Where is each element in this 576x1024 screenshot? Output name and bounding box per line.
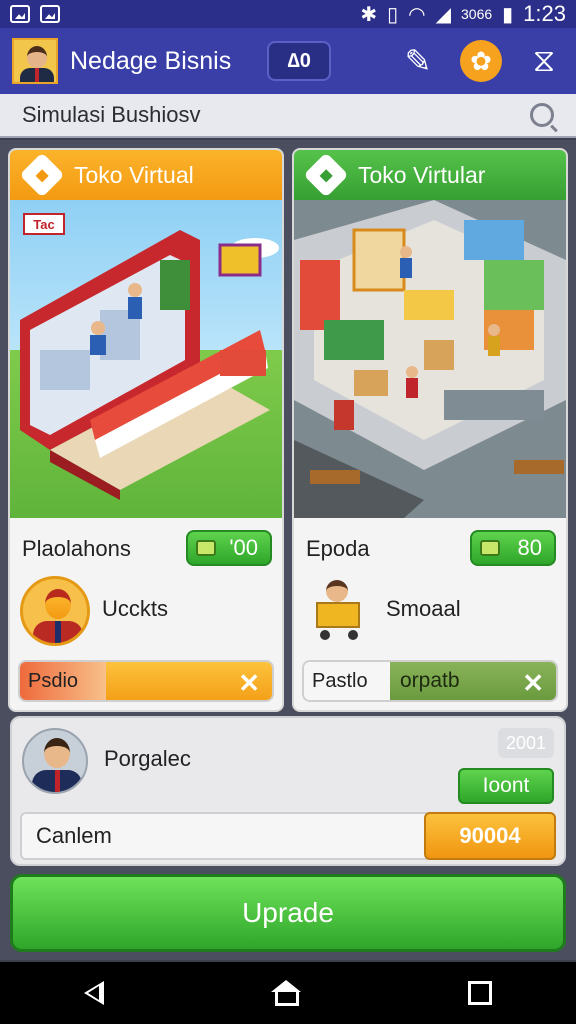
tools-icon[interactable]: ✎ xyxy=(398,41,438,81)
price-button[interactable]: '00 xyxy=(186,530,272,566)
signal-icon: ◢ xyxy=(435,3,451,26)
cost-value-button[interactable]: 90004 xyxy=(424,812,556,860)
card-info: Plaolahons '00 Ucckts Psdio ✕ xyxy=(10,518,282,710)
shop-illustration: Tac xyxy=(10,200,282,518)
price-value: '00 xyxy=(229,535,258,560)
action-value: orpatb xyxy=(400,669,460,692)
manager-avatar xyxy=(22,728,88,794)
business-name: Epoda xyxy=(306,536,370,561)
section-header: Simulasi Bushiosv xyxy=(0,94,576,138)
delivery-cart-icon xyxy=(310,580,370,640)
card-info: Epoda 80 Smoaal Pastlo orpatb ✕ xyxy=(294,518,566,710)
shop-sign: Tac xyxy=(33,217,54,232)
business-name: Plaolahons xyxy=(22,536,131,561)
manager-avatar xyxy=(20,576,90,646)
hourglass-icon[interactable]: ⧖ xyxy=(524,41,564,81)
cash-icon xyxy=(196,540,216,556)
manager-name: Porgalec xyxy=(104,746,191,771)
action-label: Psdio xyxy=(20,662,106,700)
section-title: Simulasi Bushiosv xyxy=(22,102,201,127)
card-title: Toko Virtular xyxy=(358,161,486,188)
upgrade-button[interactable]: Uprade xyxy=(10,874,566,952)
progress-bar: orpatb ✕ xyxy=(390,662,556,700)
action-label: Pastlo xyxy=(304,662,390,700)
coin-counter[interactable]: ∆0 xyxy=(267,41,332,81)
action-row[interactable]: Pastlo orpatb ✕ xyxy=(302,660,558,702)
status-bar: ✱ ▯ ◠ ◢ 3066 ▮ 1:23 xyxy=(0,0,576,28)
close-icon[interactable]: ✕ xyxy=(522,668,544,699)
version-badge: 2001 xyxy=(498,728,554,758)
tag-icon: ◆ xyxy=(19,152,65,198)
cost-row: Canlem 90004 xyxy=(20,812,556,860)
card-title: Toko Virtual xyxy=(74,161,194,188)
price-value: 80 xyxy=(517,535,542,560)
back-icon[interactable] xyxy=(83,981,104,1005)
profile-avatar[interactable] xyxy=(12,38,58,84)
mute-icon: ✱ xyxy=(360,3,378,26)
price-button[interactable]: 80 xyxy=(470,530,556,566)
home-icon[interactable] xyxy=(270,980,301,1006)
tag-icon: ◆ xyxy=(303,152,349,198)
search-icon[interactable] xyxy=(530,103,554,127)
hire-button[interactable]: Ioont xyxy=(458,768,554,804)
wifi-icon: ◠ xyxy=(408,3,426,26)
app-bar: Nedage Bisnis ∆0 ✎ ✿ ⧖ xyxy=(0,28,576,94)
mall-illustration xyxy=(294,200,566,518)
gallery-icon xyxy=(10,5,30,23)
settings-gear-icon[interactable]: ✿ xyxy=(460,40,502,82)
card-header: ◆ Toko Virtual xyxy=(10,150,282,200)
image-icon xyxy=(40,5,60,23)
business-card-virtual-store[interactable]: ◆ Toko Virtual Tac Plaolahons '00 Ucckts… xyxy=(8,148,284,712)
progress-bar: ✕ xyxy=(106,662,272,700)
business-card-mall[interactable]: ◆ Toko Virtular Epoda 80 Smoaal Pastlo o… xyxy=(292,148,568,712)
battery-icon: ▮ xyxy=(502,3,514,26)
app-title: Nedage Bisnis xyxy=(70,46,232,75)
cost-label: Canlem xyxy=(36,823,112,848)
manager-role: Ucckts xyxy=(102,596,168,621)
recent-apps-icon[interactable] xyxy=(468,981,493,1005)
system-nav-bar xyxy=(0,962,576,1024)
action-row[interactable]: Psdio ✕ xyxy=(18,660,274,702)
card-header: ◆ Toko Virtular xyxy=(294,150,566,200)
manager-panel: Porgalec 2001 Ioont Canlem 90004 xyxy=(10,716,566,866)
close-icon[interactable]: ✕ xyxy=(238,668,260,699)
vibrate-icon: ▯ xyxy=(387,3,399,26)
battery-text: 3066 xyxy=(461,6,493,22)
cash-icon xyxy=(480,540,500,556)
manager-role: Smoaal xyxy=(386,596,461,621)
clock: 1:23 xyxy=(523,1,566,26)
